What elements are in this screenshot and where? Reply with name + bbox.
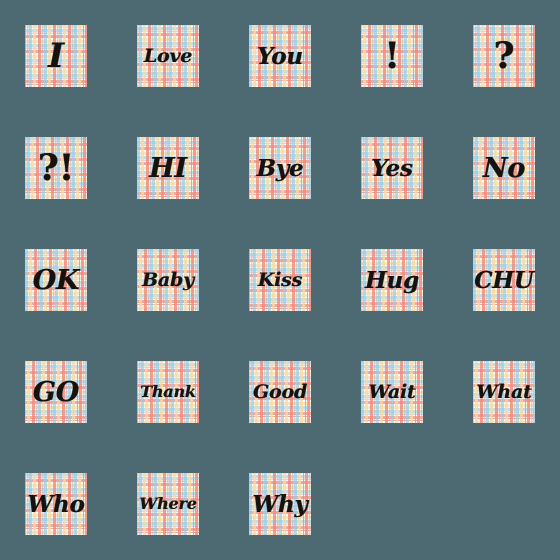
sticker-label: Good: [252, 380, 308, 403]
sticker-wait[interactable]: Wait: [361, 361, 423, 423]
sticker-excl[interactable]: !: [361, 25, 423, 87]
sticker-hug[interactable]: Hug: [361, 249, 423, 311]
sticker-label: ?: [493, 35, 515, 77]
emoji-sticker-sheet: I Love You!??! HI Bye Yes No OK Baby Kiss Hug CHU GO…: [0, 0, 560, 560]
sticker-love[interactable]: Love: [137, 25, 199, 87]
sticker-label: Love: [143, 44, 193, 67]
sticker-label: OK: [32, 264, 80, 296]
sticker-label: HI: [149, 152, 187, 184]
sticker-you[interactable]: You: [249, 25, 311, 87]
sticker-quest[interactable]: ?: [473, 25, 535, 87]
sticker-kiss[interactable]: Kiss: [249, 249, 311, 311]
sticker-what[interactable]: What: [473, 361, 535, 423]
sticker-ok[interactable]: OK: [25, 249, 87, 311]
sticker-i[interactable]: I: [25, 25, 87, 87]
sticker-label: No: [482, 152, 526, 184]
sticker-questexcl[interactable]: ?!: [25, 137, 87, 199]
sticker-go[interactable]: GO: [25, 361, 87, 423]
sticker-label: Thank: [140, 382, 196, 401]
sticker-label: Baby: [142, 268, 194, 291]
sticker-chu[interactable]: CHU: [473, 249, 535, 311]
sticker-yes[interactable]: Yes: [361, 137, 423, 199]
sticker-label: You: [257, 42, 303, 70]
sticker-label: What: [476, 380, 532, 403]
sticker-hi[interactable]: HI: [137, 137, 199, 199]
sticker-bye[interactable]: Bye: [249, 137, 311, 199]
sticker-label: ?!: [37, 147, 75, 189]
sticker-label: Hug: [365, 266, 419, 294]
sticker-who[interactable]: Who: [25, 473, 87, 535]
sticker-label: Yes: [371, 154, 413, 182]
sticker-label: !: [384, 35, 400, 77]
sticker-label: Bye: [256, 154, 304, 182]
sticker-baby[interactable]: Baby: [137, 249, 199, 311]
sticker-good[interactable]: Good: [249, 361, 311, 423]
sticker-label: Why: [252, 490, 308, 518]
sticker-label: Wait: [368, 380, 416, 403]
sticker-label: CHU: [474, 266, 534, 294]
sticker-label: I: [48, 36, 64, 76]
sticker-label: GO: [32, 376, 80, 408]
sticker-grid: I Love You!??! HI Bye Yes No OK Baby Kiss Hug CHU GO…: [25, 25, 560, 535]
sticker-label: Where: [139, 494, 197, 513]
sticker-where[interactable]: Where: [137, 473, 199, 535]
sticker-thank[interactable]: Thank: [137, 361, 199, 423]
sticker-label: Kiss: [257, 268, 303, 291]
sticker-label: Who: [27, 490, 85, 518]
sticker-no[interactable]: No: [473, 137, 535, 199]
sticker-why[interactable]: Why: [249, 473, 311, 535]
